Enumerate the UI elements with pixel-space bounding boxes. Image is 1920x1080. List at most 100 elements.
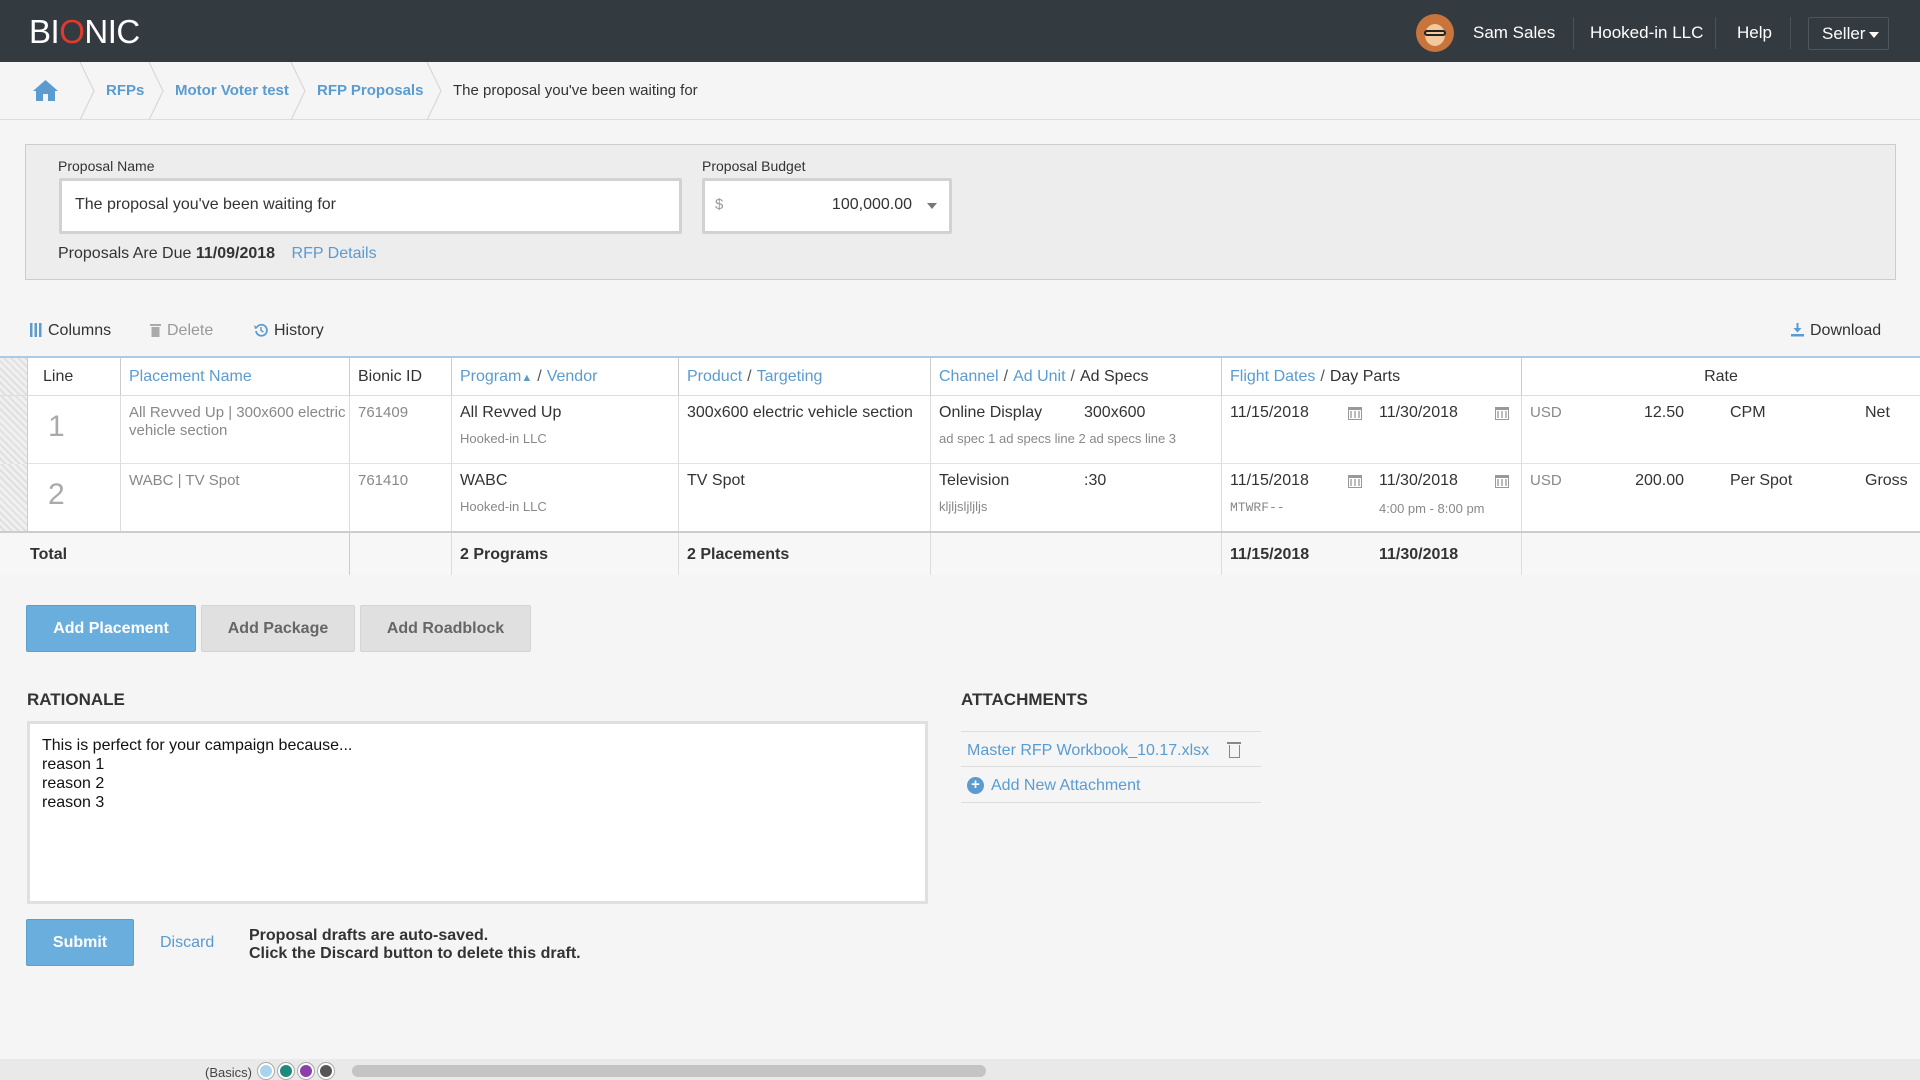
theme-dot[interactable] [318, 1063, 334, 1079]
row-drag-handle[interactable] [0, 464, 28, 532]
total-label-cell: Total [0, 533, 350, 575]
breadcrumb-motor-voter-test[interactable]: Motor Voter test [175, 82, 289, 99]
calendar-icon[interactable] [1495, 407, 1509, 420]
total-placements-cell: 2 Placements [679, 533, 931, 575]
total-programs: 2 Programs [460, 546, 549, 563]
company-link[interactable]: Hooked-in LLC [1590, 23, 1703, 43]
breadcrumb-rfps[interactable]: RFPs [106, 82, 144, 99]
user-name-link[interactable]: Sam Sales [1473, 23, 1555, 43]
attachments-title: ATTACHMENTS [961, 690, 1088, 709]
header-product-targeting[interactable]: Product / Targeting [679, 358, 931, 396]
channel-cell[interactable]: Online Display 300x600 ad spec 1 ad spec… [931, 396, 1222, 464]
total-start-date: 11/15/2018 [1230, 546, 1310, 563]
product-name: 300x600 electric vehicle section [687, 404, 913, 421]
submit-button[interactable]: Submit [26, 919, 134, 966]
table-row[interactable]: 1 All Revved Up | 300x600 electric vehic… [0, 396, 1920, 464]
history-button[interactable]: History [254, 322, 324, 340]
header-ad-unit-label[interactable]: Ad Unit [1013, 368, 1065, 385]
caret-down-icon[interactable] [927, 203, 937, 209]
calendar-icon[interactable] [1348, 475, 1362, 488]
header-channel-adunit[interactable]: Channel / Ad Unit / Ad Specs [931, 358, 1222, 396]
end-date: 11/30/2018 [1379, 472, 1458, 489]
role-dropdown[interactable]: Seller [1808, 17, 1889, 50]
channel-cell[interactable]: Television :30 kljljsljljljs [931, 464, 1222, 532]
theme-dot[interactable] [298, 1063, 314, 1079]
flight-dates-cell[interactable]: 11/15/2018 11/30/2018 MTWRF-- 4:00 pm - … [1222, 464, 1522, 532]
add-package-button[interactable]: Add Package [201, 605, 355, 652]
proposal-panel: Proposal Name The proposal you've been w… [25, 144, 1896, 280]
columns-button[interactable]: Columns [30, 322, 111, 340]
line-cell: 1 [28, 396, 121, 464]
row-drag-handle[interactable] [0, 396, 28, 464]
program-cell[interactable]: All Revved Up Hooked-in LLC [452, 396, 679, 464]
rate-value: 200.00 [1635, 472, 1684, 489]
download-button[interactable]: Download [1791, 322, 1881, 340]
placement-name-cell[interactable]: WABC | TV Spot [121, 464, 350, 532]
due-date: 11/09/2018 [195, 245, 276, 262]
header-sep: / [1070, 368, 1075, 385]
currency: USD [1530, 472, 1562, 489]
plus-circle-icon: + [967, 777, 984, 794]
flight-dates-cell[interactable]: 11/15/2018 11/30/2018 [1222, 396, 1522, 464]
proposals-due: Proposals Are Due 11/09/2018 RFP Details [58, 245, 377, 263]
home-icon[interactable] [32, 79, 59, 102]
channel-name: Online Display [939, 404, 1043, 421]
calendar-icon[interactable] [1495, 475, 1509, 488]
logo-text-end: NIC [84, 13, 140, 50]
bionic-id: 761410 [358, 472, 409, 489]
due-label: Proposals Are Due [58, 245, 192, 262]
header-program-label[interactable]: Program [460, 368, 521, 385]
channel-name: Television [939, 472, 1010, 489]
proposal-budget-label: Proposal Budget [702, 158, 806, 174]
header-product-label[interactable]: Product [687, 368, 742, 385]
theme-dot[interactable] [278, 1063, 294, 1079]
placement-name-cell[interactable]: All Revved Up | 300x600 electric vehicle… [121, 396, 350, 464]
header-program-vendor[interactable]: Program▲ / Vendor [452, 358, 679, 396]
add-attachment-link[interactable]: Add New Attachment [991, 777, 1140, 795]
header-flight-dates[interactable]: Flight Dates / Day Parts [1222, 358, 1522, 396]
header-line-label: Line [43, 368, 74, 385]
ad-specs: ad spec 1 ad specs line 2 ad specs line … [939, 431, 1177, 446]
chevron-right-icon [79, 62, 95, 120]
trash-icon[interactable] [1227, 742, 1241, 758]
note-line: Proposal drafts are auto-saved. [249, 927, 489, 944]
horizontal-scrollbar[interactable] [352, 1065, 986, 1077]
rate-value: 12.50 [1643, 404, 1684, 421]
add-roadblock-button[interactable]: Add Roadblock [360, 605, 531, 652]
rate-cell[interactable]: USD 12.50 CPM Net [1522, 396, 1920, 464]
breadcrumb-rfp-proposals[interactable]: RFP Proposals [317, 82, 423, 99]
vendor-name: Hooked-in LLC [460, 499, 547, 514]
proposal-name-input[interactable]: The proposal you've been waiting for [59, 178, 682, 234]
proposal-budget-input[interactable]: $ 100,000.00 [702, 178, 952, 234]
help-link[interactable]: Help [1737, 23, 1772, 43]
note-line: Click the Discard button to delete this … [249, 945, 581, 962]
rationale-textarea[interactable]: This is perfect for your campaign becaus… [27, 721, 928, 904]
program-cell[interactable]: WABC Hooked-in LLC [452, 464, 679, 532]
header-flight-dates-label[interactable]: Flight Dates [1230, 368, 1315, 385]
table-row[interactable]: 2 WABC | TV Spot 761410 WABC Hooked-in L… [0, 464, 1920, 532]
product-cell[interactable]: 300x600 electric vehicle section [679, 396, 931, 464]
trash-icon [150, 324, 161, 337]
bottom-strip: (Basics) [0, 1059, 1920, 1080]
delete-button[interactable]: Delete [150, 322, 213, 340]
header-vendor-label[interactable]: Vendor [547, 368, 598, 385]
product-cell[interactable]: TV Spot [679, 464, 931, 532]
delete-label: Delete [167, 322, 214, 339]
add-attachment-row[interactable]: + Add New Attachment [961, 767, 1261, 803]
rfp-details-link[interactable]: RFP Details [292, 245, 377, 262]
header-targeting-label[interactable]: Targeting [757, 368, 823, 385]
header-sep: / [537, 368, 542, 385]
add-placement-button[interactable]: Add Placement [26, 605, 196, 652]
discard-link[interactable]: Discard [160, 934, 214, 952]
calendar-icon[interactable] [1348, 407, 1362, 420]
rate-cell[interactable]: USD 200.00 Per Spot Gross [1522, 464, 1920, 532]
attachment-file-link[interactable]: Master RFP Workbook_10.17.xlsx [967, 742, 1209, 760]
theme-dot[interactable] [258, 1063, 274, 1079]
header-channel-label[interactable]: Channel [939, 368, 999, 385]
bionic-id-cell: 761410 [350, 464, 452, 532]
avatar[interactable] [1416, 14, 1454, 52]
bionic-logo[interactable]: BIONIC [29, 13, 140, 51]
line-number: 2 [48, 478, 65, 511]
end-date: 11/30/2018 [1379, 404, 1458, 421]
header-placement-name[interactable]: Placement Name [121, 358, 350, 396]
